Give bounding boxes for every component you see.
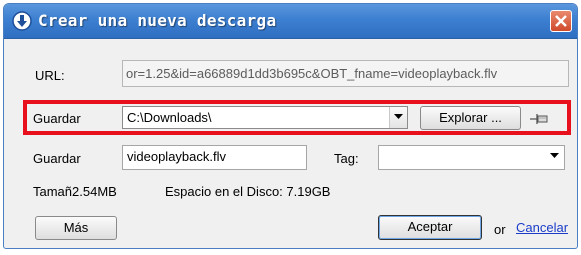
url-label: URL: <box>35 68 65 83</box>
pin-icon[interactable] <box>529 112 549 126</box>
browse-button[interactable]: Explorar ... <box>420 106 521 130</box>
tag-combo[interactable] <box>378 145 565 170</box>
accept-button-label: Aceptar <box>407 219 453 234</box>
download-dialog: Crear una nueva descarga URL: or=1.25&id… <box>3 3 578 249</box>
tag-dropdown-button[interactable] <box>546 146 564 169</box>
file-name-input[interactable]: videoplayback.flv <box>122 145 307 170</box>
cancel-link[interactable]: Cancelar <box>516 220 568 235</box>
close-icon <box>555 15 567 27</box>
file-size-text: Tamañ2.54MB <box>33 184 117 199</box>
download-arrow-icon <box>12 11 32 31</box>
window-title: Crear una nueva descarga <box>38 11 277 30</box>
tag-label: Tag: <box>334 151 359 166</box>
close-button[interactable] <box>550 10 572 32</box>
save-folder-combo[interactable]: C:\Downloads\ <box>122 106 408 129</box>
browse-button-label: Explorar ... <box>439 110 502 125</box>
url-value: or=1.25&id=a66889d1dd3b695c&OBT_fname=vi… <box>126 66 498 81</box>
save-folder-dropdown-button[interactable] <box>389 107 407 128</box>
title-bar[interactable]: Crear una nueva descarga <box>4 4 577 39</box>
save-folder-label: Guardar <box>33 111 81 126</box>
file-name-value: videoplayback.flv <box>127 149 226 164</box>
chevron-down-icon <box>394 114 403 119</box>
more-button[interactable]: Más <box>35 216 117 240</box>
url-field[interactable]: or=1.25&id=a66889d1dd3b695c&OBT_fname=vi… <box>122 60 569 87</box>
disk-space-text: Espacio en el Disco: 7.19GB <box>165 184 331 199</box>
chevron-down-icon <box>550 153 559 158</box>
save-name-label: Guardar <box>33 151 81 166</box>
or-text: or <box>494 222 506 237</box>
more-button-label: Más <box>63 220 89 235</box>
save-folder-value: C:\Downloads\ <box>127 110 212 125</box>
accept-button[interactable]: Aceptar <box>378 215 482 240</box>
